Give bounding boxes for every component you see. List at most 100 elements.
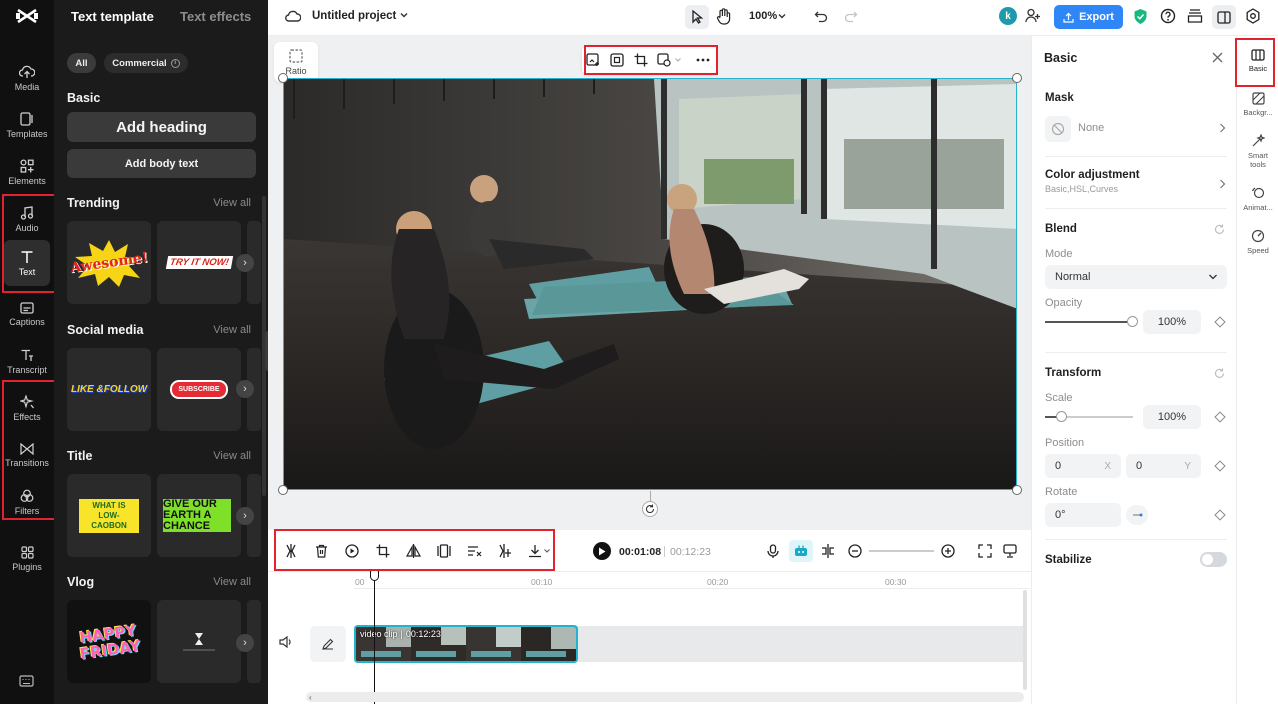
mask-none-icon[interactable]	[1045, 116, 1071, 142]
keyframe-icon[interactable]	[1214, 316, 1226, 328]
speed-adjust-icon[interactable]	[467, 544, 482, 558]
keyboard-icon[interactable]	[19, 675, 34, 687]
opacity-input[interactable]: 100%	[1143, 310, 1201, 334]
template-tile[interactable]: GIVE OUR EARTH A CHANCE	[157, 474, 241, 557]
chevron-down-icon[interactable]	[674, 56, 682, 64]
settings-icon[interactable]	[1245, 8, 1261, 24]
avatar[interactable]: k	[999, 7, 1017, 25]
template-tile[interactable]: LIKE &FOLLOW	[67, 348, 151, 431]
play-button[interactable]	[593, 542, 611, 560]
undo-icon[interactable]	[814, 9, 828, 23]
resize-handle[interactable]	[278, 73, 288, 83]
view-all-link[interactable]: View all	[213, 197, 251, 209]
rail-elements[interactable]: Elements	[4, 150, 50, 194]
rotate-input[interactable]: 0°	[1045, 503, 1121, 527]
more-icon[interactable]	[696, 58, 710, 62]
auto-snap-icon[interactable]	[789, 540, 813, 562]
reset-icon[interactable]	[1214, 224, 1225, 235]
chevron-down-icon[interactable]	[543, 547, 551, 555]
chip-commercial[interactable]: Commercial i	[104, 53, 188, 73]
template-tile[interactable]: TRY IT NOW!	[157, 221, 241, 304]
zoom-in-icon[interactable]	[941, 544, 955, 558]
opacity-slider[interactable]	[1045, 321, 1133, 323]
storage-icon[interactable]	[1187, 9, 1203, 23]
redo-icon[interactable]	[844, 9, 858, 23]
layout-toggle-icon[interactable]	[1212, 5, 1236, 29]
rail-speed[interactable]: Speed	[1237, 229, 1278, 255]
stabilize-toggle[interactable]	[1200, 552, 1227, 567]
resize-handle[interactable]	[1012, 73, 1022, 83]
replay-icon[interactable]	[345, 544, 359, 558]
resize-handle[interactable]	[1012, 485, 1022, 495]
chip-all[interactable]: All	[67, 53, 96, 73]
chevron-down-icon[interactable]	[399, 10, 409, 20]
rotate-handle-icon[interactable]	[642, 501, 658, 517]
add-body-text-button[interactable]: Add body text	[67, 149, 256, 178]
add-user-icon[interactable]	[1025, 8, 1041, 23]
playhead-handle[interactable]	[370, 570, 379, 581]
horizontal-scrollbar[interactable]	[306, 692, 1024, 702]
vertical-scrollbar[interactable]	[1023, 590, 1027, 690]
reset-icon[interactable]	[1214, 368, 1225, 379]
rail-effects[interactable]: Effects	[4, 386, 50, 430]
timeline-zoom-slider[interactable]	[869, 550, 934, 552]
view-all-link[interactable]: View all	[213, 324, 251, 336]
replace-icon[interactable]	[586, 53, 600, 67]
template-tile[interactable]: Awesome!	[67, 221, 151, 304]
chevron-right-icon[interactable]: ›	[236, 254, 254, 272]
rail-filters[interactable]: Filters	[4, 480, 50, 524]
zoom-out-icon[interactable]	[848, 544, 862, 558]
rail-audio[interactable]: Audio	[4, 197, 50, 241]
keyframe-icon[interactable]	[1214, 509, 1226, 521]
crop-icon[interactable]	[376, 544, 390, 558]
split-view-icon[interactable]	[821, 544, 835, 558]
zoom-level[interactable]: 100%	[749, 10, 777, 22]
rail-captions[interactable]: Captions	[4, 292, 50, 336]
scale-input[interactable]: 100%	[1143, 405, 1201, 429]
freeze-frame-icon[interactable]	[437, 544, 451, 558]
view-all-link[interactable]: View all	[213, 576, 251, 588]
fullscreen-icon[interactable]	[978, 544, 992, 558]
split-icon[interactable]	[285, 544, 297, 558]
tab-text-effects[interactable]: Text effects	[180, 9, 251, 24]
template-tile[interactable]: WHAT IS LOW-CAOBON	[67, 474, 151, 557]
volume-icon[interactable]	[279, 636, 293, 648]
tab-text-template[interactable]: Text template	[71, 9, 154, 24]
edit-track-icon[interactable]	[310, 626, 346, 662]
rail-transitions[interactable]: Transitions	[4, 433, 50, 477]
playhead[interactable]	[374, 572, 375, 704]
mask-icon[interactable]	[610, 53, 624, 67]
help-icon[interactable]	[1160, 8, 1176, 24]
rail-text[interactable]: Text	[4, 240, 50, 286]
rotate-dial-icon[interactable]	[1126, 505, 1148, 525]
template-tile[interactable]: HAPPY FRIDAY	[67, 600, 151, 683]
microphone-icon[interactable]	[767, 544, 779, 559]
chevron-right-icon[interactable]: ›	[236, 380, 254, 398]
rail-smart-tools[interactable]: Smart tools	[1237, 134, 1278, 169]
position-y-input[interactable]: 0 Y	[1126, 454, 1201, 478]
chevron-right-icon[interactable]	[1219, 179, 1226, 189]
rail-background[interactable]: Backgr...	[1237, 92, 1278, 117]
display-icon[interactable]	[1003, 544, 1017, 558]
rail-transcript[interactable]: Transcript	[4, 339, 50, 383]
download-icon[interactable]	[528, 544, 542, 558]
color-adjustment-label[interactable]: Color adjustment	[1045, 169, 1140, 181]
blend-mode-select[interactable]: Normal	[1045, 265, 1227, 289]
opacity-slider-knob[interactable]	[1127, 316, 1138, 327]
resize-handle[interactable]	[278, 485, 288, 495]
shield-check-icon[interactable]	[1133, 8, 1148, 25]
delete-icon[interactable]	[315, 544, 328, 558]
keyframe-icon[interactable]	[1214, 411, 1226, 423]
chevron-down-icon[interactable]	[777, 11, 787, 21]
close-icon[interactable]	[1212, 52, 1223, 63]
crop-icon[interactable]	[634, 53, 648, 67]
background-remove-icon[interactable]	[657, 53, 671, 67]
rail-templates[interactable]: Templates	[4, 103, 50, 147]
rail-media[interactable]: Media	[4, 56, 50, 100]
pointer-tool-icon[interactable]	[685, 5, 709, 29]
keyframe-icon[interactable]	[1214, 460, 1226, 472]
scroll-left-icon[interactable]: ‹	[309, 693, 312, 702]
template-tile[interactable]	[157, 600, 241, 683]
rail-plugins[interactable]: Plugins	[4, 537, 50, 581]
view-all-link[interactable]: View all	[213, 450, 251, 462]
